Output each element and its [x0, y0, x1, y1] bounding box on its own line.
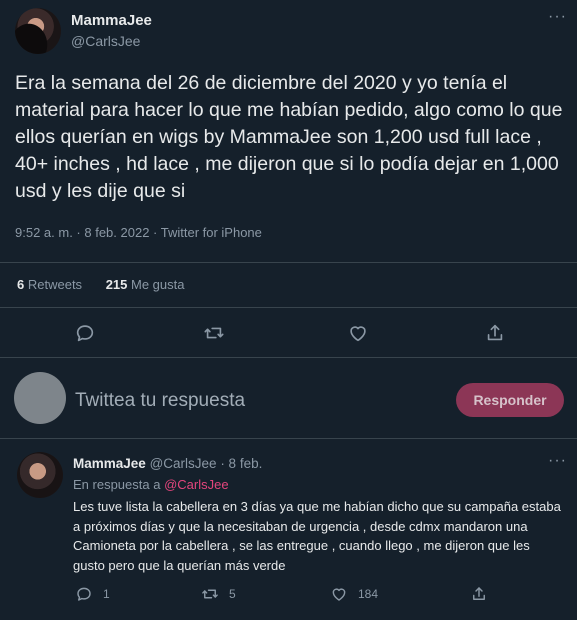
reply-icon[interactable]	[74, 322, 96, 349]
like-icon[interactable]	[347, 322, 369, 349]
divider	[0, 438, 577, 439]
avatar[interactable]	[17, 452, 63, 498]
reply-button[interactable]: Responder	[456, 383, 564, 417]
tweet-timestamp[interactable]: 9:52 a. m. · 8 feb. 2022 · Twitter for i…	[15, 225, 262, 240]
reply-context-prefix: En respuesta a	[73, 477, 161, 492]
mention-link[interactable]: @CarlsJee	[164, 477, 229, 492]
reply-icon	[77, 587, 91, 601]
tweet-text: Era la semana del 26 de diciembre del 20…	[15, 72, 563, 202]
share-icon	[473, 587, 485, 600]
share-icon[interactable]	[484, 322, 506, 349]
reply-date[interactable]: · 8 feb.	[220, 456, 262, 471]
likes-link[interactable]: 215 Me gusta	[106, 277, 185, 292]
likes-count: 215	[105, 277, 128, 292]
divider	[0, 262, 577, 263]
reply-count: 1	[103, 587, 110, 601]
more-options-icon[interactable]: ···	[548, 452, 567, 470]
like-icon	[332, 588, 346, 601]
share-action[interactable]	[470, 585, 498, 603]
author-name[interactable]: MammaJee	[73, 456, 146, 471]
divider	[0, 307, 577, 308]
retweets-count: 6	[17, 277, 25, 292]
likes-label: Me gusta	[131, 277, 185, 292]
reply-context: En respuesta a @CarlsJee	[73, 477, 229, 492]
reply-text: Les tuve lista la cabellera en 3 días ya…	[73, 499, 561, 573]
avatar[interactable]	[15, 8, 61, 54]
retweet-icon[interactable]	[203, 322, 225, 349]
tweet-stats: 6 Retweets 215 Me gusta	[17, 277, 185, 292]
like-count: 184	[358, 587, 379, 601]
more-options-icon[interactable]: ···	[548, 8, 567, 26]
reply-input[interactable]: Twittea tu respuesta	[75, 390, 245, 412]
retweets-label: Retweets	[27, 277, 83, 292]
reply-action[interactable]: 1	[75, 585, 110, 603]
reply-header: MammaJee @CarlsJee · 8 feb.	[73, 456, 262, 471]
divider	[0, 357, 577, 358]
retweets-link[interactable]: 6 Retweets	[17, 277, 102, 292]
retweet-count: 5	[229, 587, 236, 601]
retweet-action[interactable]: 5	[201, 585, 236, 603]
like-action[interactable]: 184	[330, 585, 378, 603]
avatar	[14, 372, 66, 424]
author-handle[interactable]: @CarlsJee	[71, 33, 140, 49]
author-handle[interactable]: @CarlsJee	[150, 456, 217, 471]
retweet-icon	[202, 589, 218, 599]
author-name[interactable]: MammaJee	[71, 12, 152, 29]
